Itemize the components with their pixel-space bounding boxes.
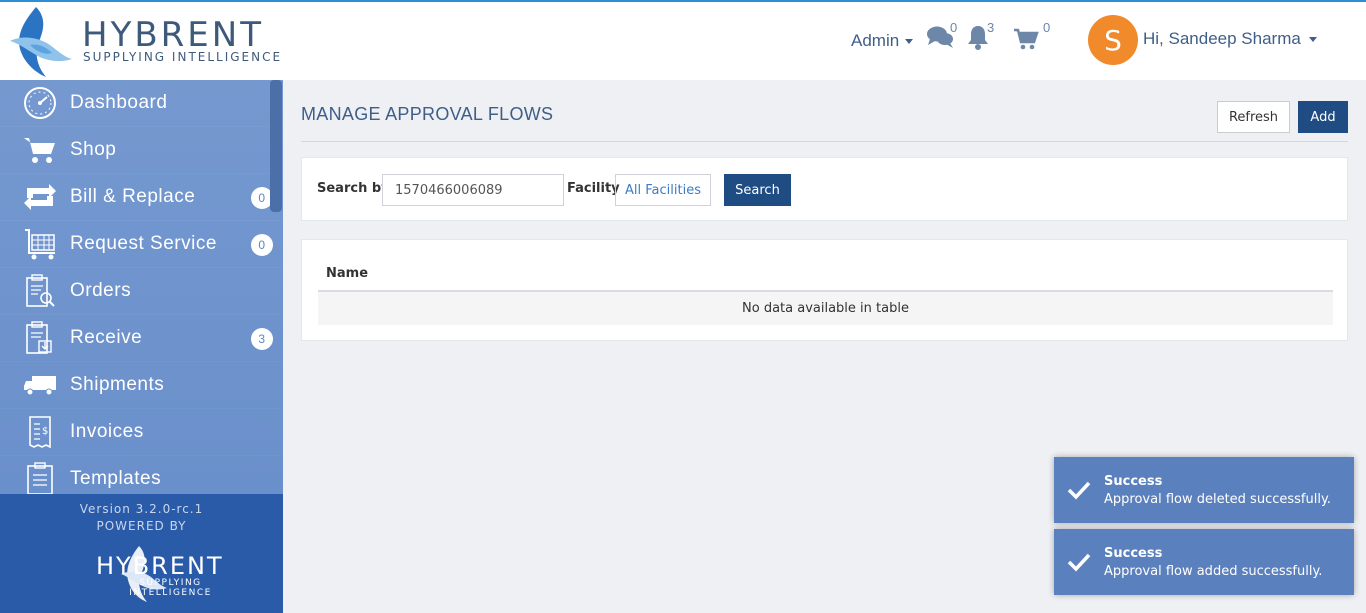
notifications-count: 3 — [987, 20, 995, 35]
search-by-label: Search by — [317, 181, 390, 196]
toast-success-added[interactable]: Success Approval flow added successfully… — [1054, 529, 1354, 595]
add-button[interactable]: Add — [1298, 101, 1348, 133]
search-panel: Search by Facility All Facilities Search — [301, 157, 1348, 221]
sidebar-menu: Dashboard Shop Bill & Replace 0 Request … — [0, 80, 283, 494]
sidebar-item-label: Shipments — [70, 374, 165, 395]
sidebar-item-orders[interactable]: Orders — [0, 268, 283, 315]
toast-message: Approval flow deleted successfully. — [1104, 491, 1331, 507]
sidebar-item-request-service[interactable]: Request Service 0 — [0, 221, 283, 268]
sidebar-item-receive[interactable]: Receive 3 — [0, 315, 283, 362]
truck-icon — [22, 367, 58, 403]
sidebar-item-label: Receive — [70, 327, 143, 348]
sidebar-scrollbar[interactable] — [270, 80, 282, 212]
logo-tagline: SUPPLYING INTELLIGENCE — [83, 50, 283, 64]
request-service-count-badge: 0 — [251, 234, 273, 256]
cart-button[interactable]: 0 — [1013, 20, 1050, 52]
messages-button[interactable]: 0 — [926, 20, 960, 52]
chevron-down-icon — [1308, 36, 1317, 42]
sidebar-item-label: Templates — [70, 468, 162, 489]
powered-by-label: POWERED BY — [96, 519, 187, 533]
page-title: MANAGE APPROVAL FLOWS — [301, 104, 554, 124]
footer-logo-tagline: SUPPLYING INTELLIGENCE — [129, 578, 212, 598]
avatar[interactable]: S — [1088, 15, 1138, 65]
user-greeting: Hi, Sandeep Sharma — [1143, 29, 1301, 48]
version-label: Version 3.2.0-rc.1 — [79, 502, 204, 516]
footer-logo: HYBRENT SUPPLYING INTELLIGENCE — [44, 544, 244, 604]
clipboard-list-icon — [22, 461, 58, 494]
sidebar-item-templates[interactable]: Templates — [0, 456, 283, 494]
approval-flows-table: Name No data available in table — [301, 239, 1348, 341]
footer-logo-wordmark: HYBRENT — [96, 552, 224, 580]
sidebar-item-label: Shop — [70, 139, 117, 160]
facility-label: Facility — [567, 181, 620, 196]
search-input[interactable] — [382, 174, 564, 206]
checkmark-icon — [1054, 552, 1104, 572]
toast-success-deleted[interactable]: Success Approval flow deleted successful… — [1054, 457, 1354, 523]
user-menu[interactable]: Hi, Sandeep Sharma — [1143, 29, 1317, 49]
toast-message: Approval flow added successfully. — [1104, 563, 1323, 579]
column-header-name[interactable]: Name — [326, 266, 368, 281]
sidebar-item-shop[interactable]: Shop — [0, 127, 283, 174]
sidebar-footer: Version 3.2.0-rc.1 POWERED BY HYBRENT SU… — [0, 494, 283, 613]
sidebar-item-label: Request Service — [70, 233, 217, 254]
app-header: HYBRENT SUPPLYING INTELLIGENCE Admin 0 3… — [0, 2, 1366, 80]
hybrent-logo[interactable]: HYBRENT SUPPLYING INTELLIGENCE — [6, 5, 286, 79]
shopping-cart-icon — [22, 132, 58, 168]
clipboard-download-icon — [22, 320, 58, 356]
notifications-button[interactable]: 3 — [966, 20, 1000, 52]
invoice-dollar-icon: $ — [22, 414, 58, 450]
logo-wordmark: HYBRENT — [82, 15, 264, 55]
role-dropdown[interactable]: Admin — [851, 31, 914, 51]
search-button[interactable]: Search — [724, 174, 791, 206]
hybrent-bird-icon — [10, 7, 72, 77]
toast-title: Success — [1104, 473, 1163, 489]
dashboard-gauge-icon — [22, 85, 58, 121]
facility-select[interactable]: All Facilities — [615, 174, 711, 206]
sidebar-item-label: Dashboard — [70, 92, 168, 113]
cart-count: 0 — [1043, 20, 1051, 35]
sidebar-item-label: Bill & Replace — [70, 186, 196, 207]
receive-count-badge: 3 — [251, 328, 273, 350]
sidebar-item-dashboard[interactable]: Dashboard — [0, 80, 283, 127]
cart-icon — [1014, 28, 1039, 50]
role-label: Admin — [851, 31, 900, 50]
sidebar-item-label: Orders — [70, 280, 132, 301]
title-divider — [301, 141, 1348, 142]
svg-text:$: $ — [42, 426, 49, 437]
toast-title: Success — [1104, 545, 1163, 561]
checkmark-icon — [1054, 480, 1104, 500]
sidebar-item-invoices[interactable]: $ Invoices — [0, 409, 283, 456]
sidebar-item-label: Invoices — [70, 421, 144, 442]
sidebar: Dashboard Shop Bill & Replace 0 Request … — [0, 80, 283, 613]
swap-arrows-icon — [22, 179, 58, 215]
chevron-down-icon — [905, 38, 914, 44]
refresh-button[interactable]: Refresh — [1217, 101, 1290, 133]
clipboard-search-icon — [22, 273, 58, 309]
sidebar-item-bill-replace[interactable]: Bill & Replace 0 — [0, 174, 283, 221]
empty-table-message: No data available in table — [318, 292, 1333, 325]
sidebar-item-shipments[interactable]: Shipments — [0, 362, 283, 409]
messages-count: 0 — [950, 20, 958, 35]
service-cart-icon — [22, 226, 58, 262]
